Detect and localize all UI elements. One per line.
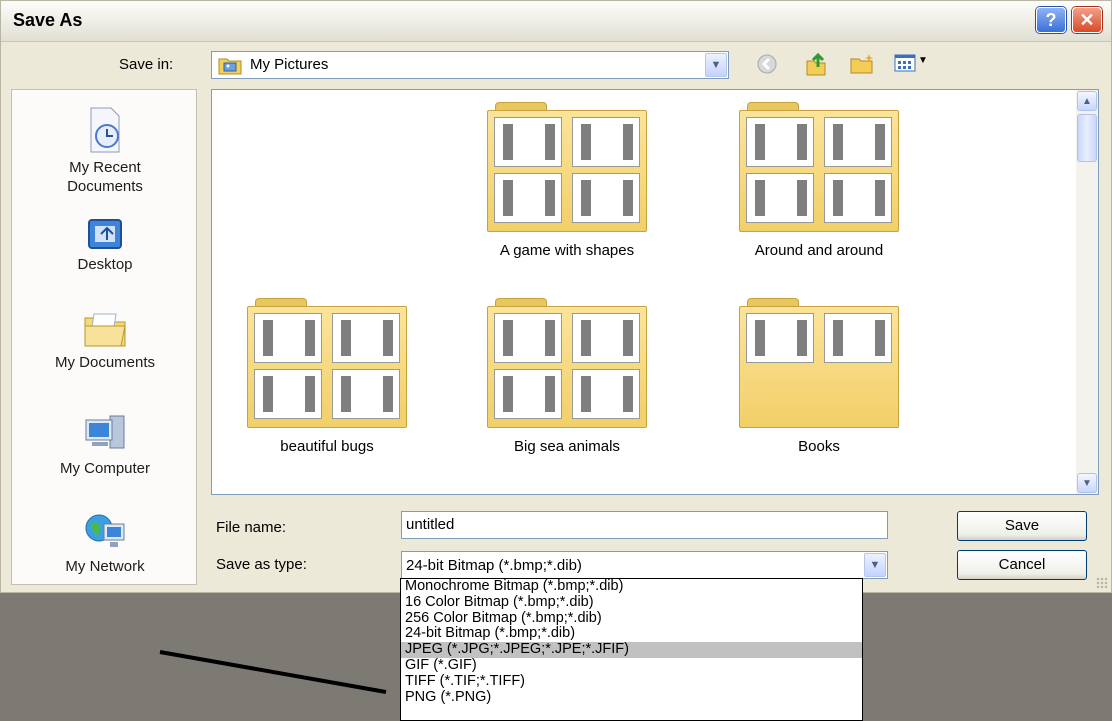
type-option[interactable]: GIF (*.GIF) bbox=[401, 658, 862, 674]
type-option[interactable]: PNG (*.PNG) bbox=[401, 689, 862, 706]
type-option[interactable]: 24-bit Bitmap (*.bmp;*.dib) bbox=[401, 626, 862, 642]
save-as-type-dropdown-list[interactable]: Monochrome Bitmap (*.bmp;*.dib) 16 Color… bbox=[400, 578, 863, 721]
type-option-selected[interactable]: JPEG (*.JPG;*.JPEG;*.JPE;*.JFIF) bbox=[401, 642, 862, 658]
type-option[interactable]: 16 Color Bitmap (*.bmp;*.dib) bbox=[401, 594, 862, 611]
type-option[interactable]: TIFF (*.TIF;*.TIFF) bbox=[401, 673, 862, 690]
type-option[interactable]: 256 Color Bitmap (*.bmp;*.dib) bbox=[401, 610, 862, 627]
type-option[interactable]: Monochrome Bitmap (*.bmp;*.dib) bbox=[401, 579, 862, 595]
